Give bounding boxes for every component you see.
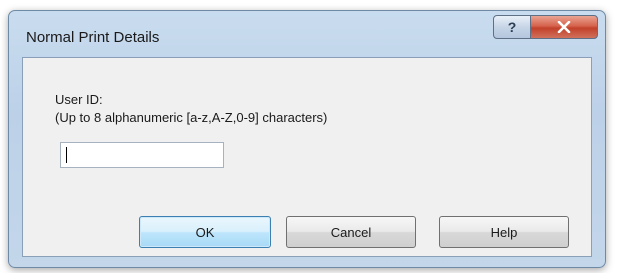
dialog-body: User ID: (Up to 8 alphanumeric [a-z,A-Z,… — [22, 57, 592, 257]
help-icon: ? — [507, 19, 517, 35]
dialog-window: Normal Print Details ? User ID: (Up to 8… — [8, 10, 606, 268]
close-icon — [557, 21, 571, 33]
cancel-button[interactable]: Cancel — [286, 216, 416, 248]
close-button[interactable] — [530, 15, 598, 39]
user-id-hint: (Up to 8 alphanumeric [a-z,A-Z,0-9] char… — [55, 110, 328, 125]
ok-button[interactable]: OK — [139, 216, 271, 248]
help-button[interactable]: Help — [439, 216, 569, 248]
titlebar-help-button[interactable]: ? — [493, 15, 531, 39]
title-bar[interactable]: Normal Print Details ? — [9, 11, 605, 57]
user-id-input[interactable] — [60, 142, 224, 168]
text-caret — [66, 147, 67, 163]
user-id-label: User ID: — [55, 92, 103, 107]
dialog-title: Normal Print Details — [26, 29, 160, 46]
